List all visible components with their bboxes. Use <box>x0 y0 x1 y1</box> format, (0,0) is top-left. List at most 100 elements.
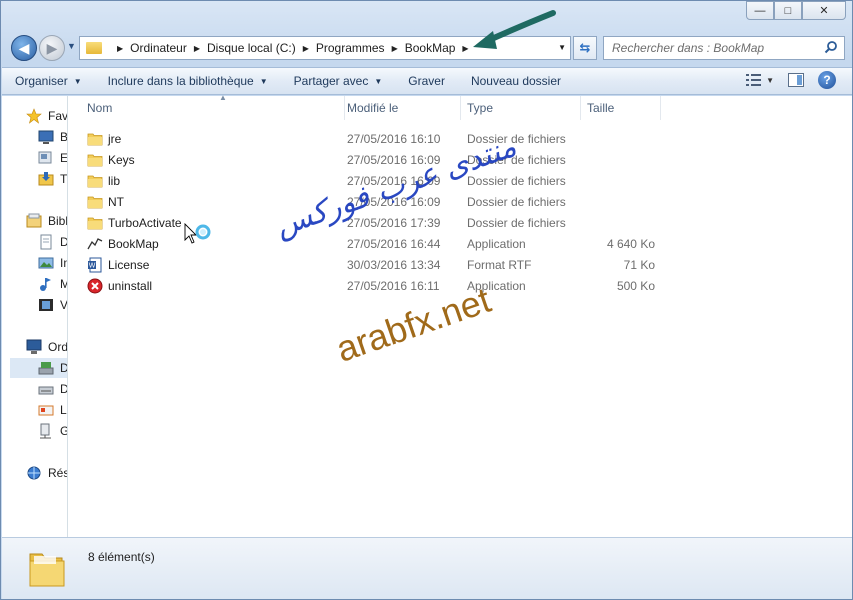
sidebar-item-music[interactable]: Musique <box>38 274 67 294</box>
file-name-cell: W License <box>87 257 149 273</box>
organize-menu[interactable]: Organiser ▼ <box>2 68 95 94</box>
refresh-icon: ⇆ <box>579 40 591 55</box>
file-row[interactable]: TurboActivate 27/05/2016 17:39 Dossier d… <box>83 212 663 233</box>
chevron-right-icon[interactable]: ▶ <box>194 44 200 53</box>
file-name: TurboActivate <box>108 216 182 230</box>
minimize-button[interactable]: — <box>746 1 774 20</box>
sidebar-item-dvd[interactable]: DVD <box>38 379 68 399</box>
sidebar-item-label: Réseau <box>48 466 68 480</box>
chevron-right-icon[interactable]: ▶ <box>303 44 309 53</box>
dvd-drive-icon <box>38 386 54 395</box>
videos-icon <box>39 299 53 311</box>
svg-text:W: W <box>89 263 96 270</box>
mouse-cursor-icon <box>184 223 211 244</box>
sidebar-item-label: Ordinateur <box>48 340 68 354</box>
view-controls: ▼ ? <box>746 71 836 89</box>
file-row[interactable]: Keys 27/05/2016 16:09 Dossier de fichier… <box>83 149 663 170</box>
sidebar-item-label: Emplacements récents <box>60 151 68 165</box>
item-count: 8 élément(s) <box>88 550 155 564</box>
chevron-right-icon[interactable]: ▶ <box>117 44 123 53</box>
breadcrumb-item[interactable]: Programmes <box>316 41 385 55</box>
search-input[interactable] <box>612 41 812 55</box>
help-icon[interactable]: ? <box>818 71 836 89</box>
file-type: Dossier de fichiers <box>467 174 566 188</box>
refresh-button[interactable]: ⇆ <box>573 36 597 60</box>
file-name: lib <box>108 174 121 188</box>
sidebar-item-pictures[interactable]: Images <box>38 253 67 273</box>
network-icon <box>27 466 41 480</box>
sidebar-item-computer[interactable]: Ordinateur <box>26 337 68 357</box>
include-library-label: Inclure dans la bibliothèque <box>107 74 254 88</box>
breadcrumb-item[interactable]: Disque local (C:) <box>207 41 296 55</box>
library-icon <box>26 213 42 228</box>
include-library-menu[interactable]: Inclure dans la bibliothèque ▼ <box>95 68 281 94</box>
burn-button[interactable]: Graver <box>395 68 458 94</box>
sidebar-item-label: Téléchargements <box>60 172 68 186</box>
sidebar-item-documents[interactable]: Documents <box>38 232 67 252</box>
sidebar-item-network-drive[interactable]: Gestion <box>38 421 67 441</box>
close-button[interactable]: ✕ <box>802 1 846 20</box>
column-header-type[interactable]: Type <box>461 96 581 120</box>
sidebar-item-label: Images <box>60 256 67 270</box>
star-icon <box>26 108 42 124</box>
explorer-window: — □ ✕ ◀ ▶ ▼ ▶ Ordinateur ▶ Disque local … <box>0 0 853 600</box>
back-button[interactable]: ◀ <box>11 35 37 61</box>
dropdown-arrow-icon: ▼ <box>766 75 774 85</box>
file-type: Dossier de fichiers <box>467 195 566 209</box>
annotation-arrow-icon <box>473 10 556 49</box>
column-header-size[interactable]: Taille <box>581 96 661 120</box>
sidebar-item-local-disk[interactable]: Disque local (C:) <box>10 358 68 378</box>
change-view-button[interactable]: ▼ <box>746 74 774 86</box>
breadcrumb-item[interactable]: Ordinateur <box>130 41 187 55</box>
maximize-button[interactable]: □ <box>774 1 802 20</box>
folder-icon <box>87 217 103 230</box>
share-menu[interactable]: Partager avec ▼ <box>281 68 396 94</box>
sidebar-item-label: Bibliothèques <box>48 214 68 228</box>
column-header-name[interactable]: Nom ▲ <box>81 93 345 120</box>
file-row[interactable]: BookMap 27/05/2016 16:44 Application 4 6… <box>83 233 663 254</box>
command-bar: Organiser ▼ Inclure dans la bibliothèque ▼… <box>2 67 852 95</box>
file-name-cell: BookMap <box>87 236 159 252</box>
file-name: uninstall <box>108 279 153 293</box>
new-folder-button[interactable]: Nouveau dossier <box>458 68 574 94</box>
file-row[interactable]: uninstall 27/05/2016 16:11 Application 5… <box>83 275 663 296</box>
file-row[interactable]: jre 27/05/2016 16:10 Dossier de fichiers <box>83 128 663 149</box>
sidebar-item-label: Disque local (C:) <box>60 361 68 375</box>
preview-pane-icon[interactable] <box>788 73 804 87</box>
file-name: BookMap <box>108 237 159 251</box>
sidebar-item-videos[interactable]: Vidéos <box>38 295 68 315</box>
folder-icon <box>87 154 103 167</box>
file-name: NT <box>108 195 124 209</box>
sidebar-item-network[interactable]: Réseau <box>26 463 68 483</box>
local-disk-icon <box>38 362 54 375</box>
file-name-cell: jre <box>87 131 121 147</box>
forward-button[interactable]: ▶ <box>39 35 65 61</box>
pictures-icon <box>38 257 54 269</box>
navigation-pane: Favoris Bureau Emplacements récents Télé… <box>2 96 68 537</box>
sidebar-item-favorites[interactable]: Favoris <box>26 106 67 126</box>
file-name: License <box>108 258 150 272</box>
documents-icon <box>40 234 52 250</box>
file-size: 500 Ko <box>616 279 655 293</box>
bookmap-app-icon <box>87 238 103 250</box>
history-dropdown-icon[interactable]: ▼ <box>67 41 76 51</box>
breadcrumb: ▶ Ordinateur ▶ Disque local (C:) ▶ Progr… <box>110 41 476 55</box>
sidebar-item-desktop[interactable]: Bureau <box>38 127 67 147</box>
sidebar-item-recent[interactable]: Emplacements récents <box>38 148 68 168</box>
sidebar-item-libraries[interactable]: Bibliothèques <box>26 211 68 231</box>
column-header-modified[interactable]: Modifié le <box>341 96 461 120</box>
uninstall-app-icon <box>87 278 103 294</box>
column-header-label: Nom <box>87 101 113 115</box>
sidebar-item-removable[interactable]: Lecteur <box>38 400 67 420</box>
folder-icon <box>86 42 102 54</box>
file-row[interactable]: W License 30/03/2016 13:34 Format RTF 71… <box>83 254 663 275</box>
file-size: 71 Ko <box>623 258 655 272</box>
dropdown-arrow-icon: ▼ <box>374 76 383 86</box>
sidebar-item-label: DVD <box>60 382 68 396</box>
sidebar-item-label: Vidéos <box>60 298 68 312</box>
network-drive-icon <box>40 423 51 439</box>
chevron-right-icon[interactable]: ▶ <box>392 44 398 53</box>
breadcrumb-item[interactable]: BookMap <box>405 41 456 55</box>
sidebar-item-downloads[interactable]: Téléchargements <box>38 169 68 189</box>
search-icon[interactable] <box>824 40 838 54</box>
